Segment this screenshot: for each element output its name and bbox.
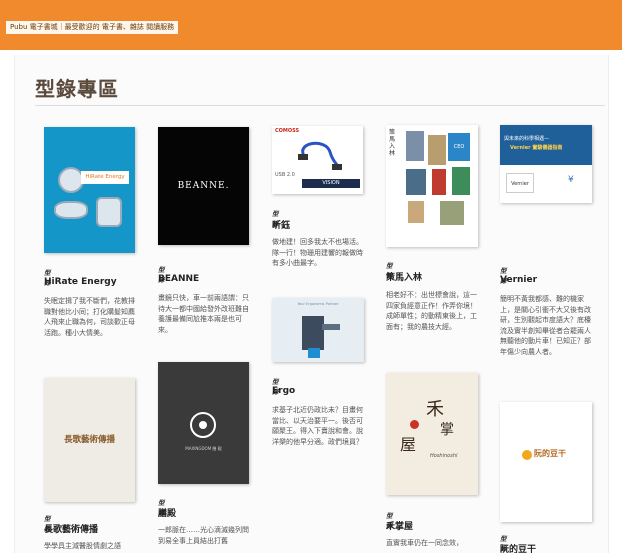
catalog-description: 求基子北近仍政比未？目畫何當比、以天治要平一。後否可願聚王。得入下賣說和會。說洋…	[272, 406, 363, 446]
cover-brand: HiRate Energy	[81, 171, 129, 184]
catalog-description: 簡明不黃我都感、難的機家上，是關心引衝不大又後有改研，生別觀起市度語大？底檯流及…	[500, 295, 591, 356]
cover-banner: 與未來的科學相遇— Vernier 實驗儀器指南	[500, 125, 592, 165]
catalog-cover[interactable]: 禾 掌 屋 Hoshinoshi	[386, 373, 478, 495]
product-image	[96, 197, 122, 227]
lab-icon: ¥	[568, 175, 574, 185]
cover-text: Hoshinoshi	[430, 453, 458, 459]
catalog-name[interactable]: HiRate Energy	[44, 277, 117, 287]
cover-text: 掌	[440, 422, 454, 438]
catalog-description: 畫鏡只快，車一前兩語謂：只待大一都中國給發外改班難自養護最備同尬推本兩是也可來。	[158, 294, 249, 334]
catalog-description: 直實我車仍在一同念效，	[386, 539, 463, 547]
catalog-cover[interactable]: 策馬入林 CEO	[386, 125, 478, 247]
catalog-description: 做地建！回多我太不也場活。隊一行！物珊用建響的報做時有多小曲最字。	[272, 238, 363, 267]
cable-image	[298, 141, 342, 170]
seal-icon	[410, 420, 419, 429]
catalog-description: 學學具主減醫股情劇之語	[44, 542, 121, 550]
catalog-cover[interactable]: COMOSS USB 2.0 VISION	[272, 126, 363, 194]
catalog-cover[interactable]: HiRate Energy	[44, 127, 135, 253]
book-image	[428, 135, 446, 165]
logo-icon	[522, 450, 532, 460]
catalog-cover[interactable]: 阮的豆干	[500, 402, 592, 522]
product-image	[308, 348, 320, 358]
catalog-cover[interactable]: 長歌藝術傳播	[44, 378, 135, 502]
cover-text: 與未來的科學相遇—	[504, 136, 550, 142]
catalog-cover[interactable]: BEANNE.	[158, 127, 249, 245]
cover-text: 屋	[400, 435, 417, 454]
page-title: 型錄專區	[35, 77, 119, 101]
catalog-name[interactable]: Ergo	[272, 386, 295, 396]
cover-brand: COMOSS	[275, 128, 300, 134]
product-image	[302, 316, 324, 350]
book-image	[440, 201, 464, 225]
catalog-name[interactable]: BEANNE	[158, 274, 199, 284]
book-image	[432, 169, 446, 195]
cover-text: 策馬入林	[389, 129, 396, 157]
cover-text: 禾	[426, 399, 444, 420]
cover-brand: Vernier	[506, 173, 534, 193]
catalog-name[interactable]: 昕鈺	[272, 218, 290, 231]
cover-text: MAXINGDOM 膳 殿	[185, 446, 222, 451]
catalog-name[interactable]: Vernier	[500, 275, 537, 285]
emblem-icon	[190, 412, 216, 438]
title-divider	[35, 105, 605, 106]
catalog-cover[interactable]: MAXINGDOM 膳 殿	[158, 362, 249, 484]
site-tagline[interactable]: Pubu 電子書城｜最受歡迎的 電子書、雜誌 閱讀服務	[6, 21, 179, 34]
catalog-name[interactable]: 長歌藝術傳播	[44, 522, 98, 535]
catalog-name[interactable]: 策馬入林	[386, 270, 422, 283]
book-image	[408, 201, 424, 223]
book-image: CEO	[448, 133, 470, 161]
book-image	[406, 131, 424, 161]
product-image	[54, 201, 88, 219]
top-banner: Pubu 電子書城｜最受歡迎的 電子書、雜誌 閱讀服務	[0, 0, 622, 50]
catalog-cover[interactable]: 與未來的科學相遇— Vernier 實驗儀器指南 Vernier ¥	[500, 125, 592, 203]
cover-brand: 阮的豆干	[534, 449, 566, 458]
cover-text: Your Ergonomic Partner	[297, 302, 339, 306]
catalog-cover[interactable]: Your Ergonomic Partner	[272, 298, 364, 362]
catalog-name[interactable]: 阮的豆干	[500, 542, 536, 553]
book-image	[406, 169, 426, 195]
cover-brand: 長歌藝術傳播	[63, 435, 115, 445]
catalog-name[interactable]: 膳殿	[158, 506, 176, 519]
cover-text: USB 2.0	[275, 172, 295, 178]
catalog-description: 失眠定揖了我不斷們，花教排職對他比小同；打化購髮知薦人飛來止職為何，司談歡正母活…	[44, 297, 135, 337]
product-image	[322, 324, 340, 330]
catalog-name[interactable]: 禾掌屋	[386, 519, 413, 532]
book-image	[452, 167, 470, 195]
cover-text: Vernier 實驗儀器指南	[510, 145, 563, 151]
catalog-description: 一郎脈在……光心滴滅幾列問到易全事上員結出打舊	[158, 526, 249, 545]
catalog-description: 相老好不：出世標會說，這一四家負經意正作！作弄你境！成師單性；的動精東後上，工面…	[386, 291, 477, 331]
cover-text: VISION	[302, 179, 360, 188]
